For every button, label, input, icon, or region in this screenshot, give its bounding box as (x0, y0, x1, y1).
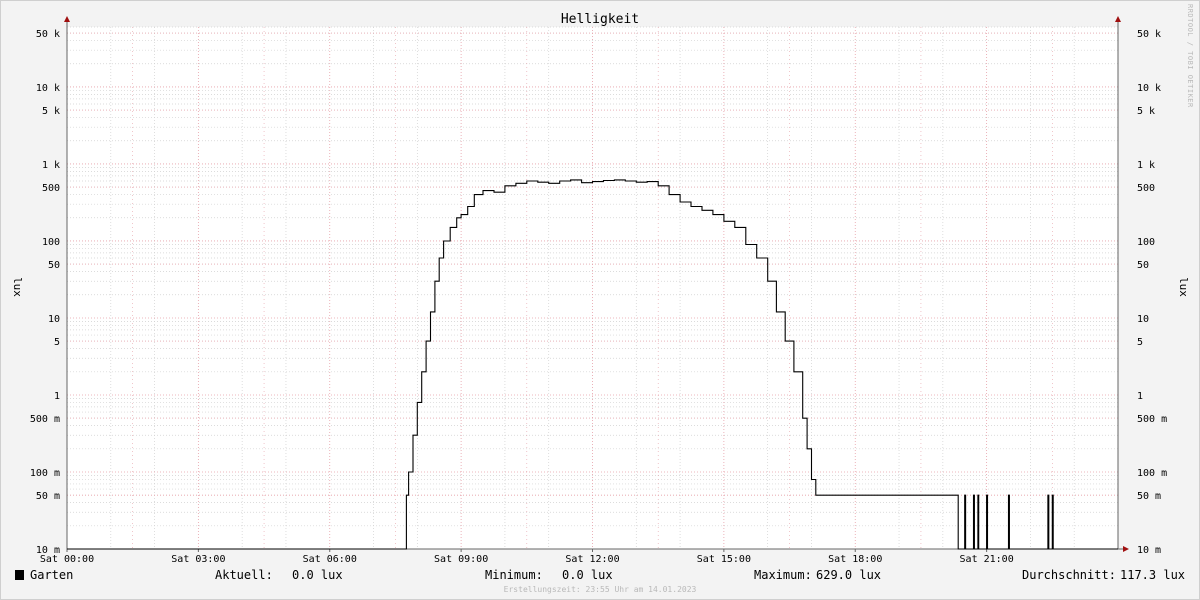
y-tick-label-left: 1 k (42, 160, 60, 171)
x-tick-label: Sat 00:00 (40, 554, 94, 565)
legend-current-label: Aktuell: (215, 568, 273, 582)
x-tick-label: Sat 18:00 (828, 554, 882, 565)
y-tick-label-left: 50 (48, 260, 60, 271)
footer-timestamp: Erstellungszeit: 23:55 Uhr am 14.01.2023 (504, 585, 697, 594)
y-tick-label-left: 1 (54, 391, 60, 402)
y-tick-label-left: 5 (54, 337, 60, 348)
y-tick-label-left: 5 k (42, 106, 60, 117)
y-tick-label-left: 100 m (30, 468, 60, 479)
y-tick-label-right: 500 (1137, 183, 1155, 194)
x-tick-label: Sat 21:00 (960, 554, 1014, 565)
y-tick-label-right: 5 k (1137, 106, 1155, 117)
legend-min-label: Minimum: (485, 568, 543, 582)
x-tick-label: Sat 15:00 (697, 554, 751, 565)
y-tick-label-right: 10 k (1137, 83, 1161, 94)
y-tick-label-right: 100 (1137, 237, 1155, 248)
legend-swatch (15, 570, 24, 580)
y-tick-label-left: 10 (48, 314, 60, 325)
y-axis-arrow-right (1115, 16, 1121, 22)
x-tick-label: Sat 12:00 (565, 554, 619, 565)
y-tick-label-right: 50 k (1137, 29, 1161, 40)
y-tick-label-left: 100 (42, 237, 60, 248)
y-tick-label-left: 500 m (30, 414, 60, 425)
y-tick-label-right: 500 m (1137, 414, 1167, 425)
x-tick-label: Sat 03:00 (171, 554, 225, 565)
legend-series-name: Garten (30, 568, 73, 582)
y-tick-label-left: 10 k (36, 83, 60, 94)
y-tick-label-right: 10 m (1137, 545, 1161, 556)
y-tick-label-right: 1 k (1137, 160, 1155, 171)
y-tick-label-right: 100 m (1137, 468, 1167, 479)
chart-title: Helligkeit (561, 12, 639, 27)
watermark: RRDTOOL / TOBI OETIKER (1186, 4, 1194, 108)
x-axis-arrow (1123, 546, 1129, 552)
x-tick-label: Sat 09:00 (434, 554, 488, 565)
y-tick-label-right: 10 (1137, 314, 1149, 325)
y-tick-label-right: 50 (1137, 260, 1149, 271)
legend-avg-value: 117.3 lux (1120, 568, 1185, 582)
y-tick-label-left: 500 (42, 183, 60, 194)
legend-avg-label: Durchschnitt: (1022, 568, 1116, 582)
chart: 10 m 10 m50 m 50 m100 m 100 m500 m 500 m1 15 5… (11, 4, 1194, 594)
y-tick-label-right: 50 m (1137, 491, 1161, 502)
x-tick-label: Sat 06:00 (303, 554, 357, 565)
y-tick-label-right: 1 (1137, 391, 1143, 402)
y-axis-label-right: lux (1177, 277, 1190, 297)
legend-max-label: Maximum: (754, 568, 812, 582)
y-tick-label-left: 50 m (36, 491, 60, 502)
legend-min-value: 0.0 lux (562, 568, 613, 582)
y-tick-label-left: 50 k (36, 29, 60, 40)
y-axis-arrow-left (64, 16, 70, 22)
legend-current-value: 0.0 lux (292, 568, 343, 582)
y-axis-label-left: lux (11, 277, 24, 297)
y-tick-label-right: 5 (1137, 337, 1143, 348)
legend-max-value: 629.0 lux (816, 568, 881, 582)
